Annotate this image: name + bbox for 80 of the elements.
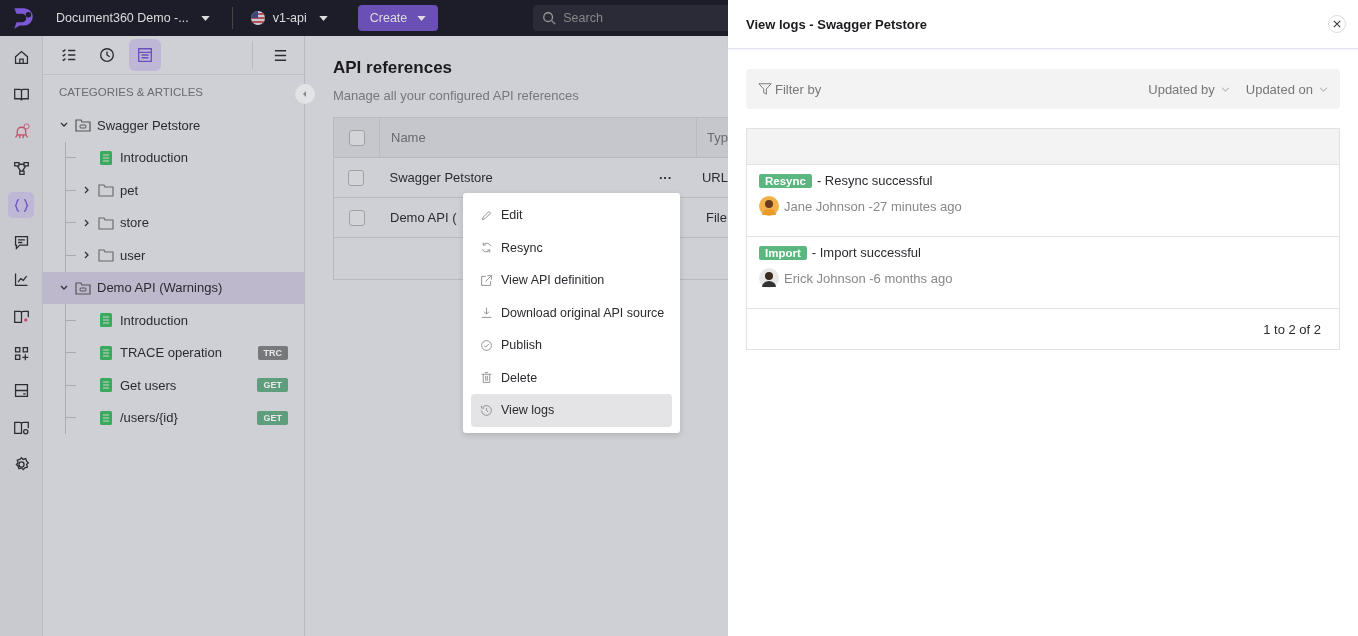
api-list-icon[interactable] xyxy=(129,39,161,71)
folder-icon xyxy=(98,214,114,231)
method-badge: GET xyxy=(257,378,288,393)
more-button[interactable]: ··· xyxy=(659,170,672,185)
tree-item[interactable]: Demo API (Warnings) xyxy=(43,271,304,304)
menu-icon[interactable] xyxy=(273,47,288,63)
page-title: API references xyxy=(333,58,454,78)
folder-icon xyxy=(98,247,114,264)
history-icon xyxy=(480,403,493,417)
log-message: - Import successful xyxy=(811,245,921,260)
log-author: Erick Johnson -6 months ago xyxy=(784,270,953,286)
menu-item[interactable]: Publish xyxy=(471,329,672,362)
log-message: - Resync successful xyxy=(816,173,933,188)
column-header: Name xyxy=(391,130,426,145)
menu-item[interactable]: Delete xyxy=(471,361,672,394)
page-subtitle: Manage all your configured API references xyxy=(333,88,580,103)
column-header: Typ xyxy=(707,130,728,145)
caret-icon xyxy=(301,90,309,98)
table-cell: File xyxy=(706,210,727,225)
table-cell: URL xyxy=(702,170,728,185)
close-icon xyxy=(1333,20,1341,28)
checkbox[interactable] xyxy=(348,169,365,186)
api-folder-icon xyxy=(75,117,91,134)
action-tag: Resync xyxy=(759,173,812,188)
chevron-icon xyxy=(1319,86,1328,92)
action-tag: Import xyxy=(759,245,807,260)
chevron-icon xyxy=(1220,86,1230,92)
external-icon xyxy=(480,273,493,287)
table-cell: Demo API ( xyxy=(390,210,457,225)
api-folder-icon xyxy=(75,279,91,296)
trash-icon xyxy=(480,371,493,385)
version-dropdown[interactable]: v1-api xyxy=(272,11,328,25)
flag-icon xyxy=(250,11,265,25)
tree-item[interactable]: user xyxy=(66,239,304,272)
drawer-title: View logs - Swagger Petstore xyxy=(746,16,929,32)
tree-item[interactable]: /users/{id} GET xyxy=(66,401,304,434)
download-icon xyxy=(480,306,493,320)
tree-item[interactable]: Introduction xyxy=(66,141,304,174)
refresh-icon xyxy=(480,241,493,255)
tree-item[interactable]: pet xyxy=(66,174,304,207)
create-button[interactable]: Create xyxy=(357,5,439,31)
pencil-icon xyxy=(480,208,493,222)
menu-item[interactable]: Edit xyxy=(471,199,672,232)
menu-item[interactable]: View API definition xyxy=(471,264,672,297)
check-circle-icon xyxy=(480,338,493,352)
method-badge: GET xyxy=(257,410,288,425)
tree-item[interactable]: store xyxy=(66,206,304,239)
checkbox[interactable] xyxy=(348,209,365,226)
table-cell: Swagger Petstore xyxy=(389,170,493,185)
caret-icon xyxy=(200,15,210,21)
method-badge: TRC xyxy=(257,345,288,360)
menu-item[interactable]: View logs xyxy=(471,394,672,427)
project-dropdown[interactable]: Document360 Demo -... xyxy=(56,11,210,25)
pagination-text: 1 to 2 of 2 xyxy=(1263,321,1321,337)
folder-icon xyxy=(98,182,114,199)
caret-icon xyxy=(318,15,328,21)
filter-icon xyxy=(758,82,772,96)
menu-item[interactable]: Download original API source xyxy=(471,296,672,329)
search-field[interactable]: Search xyxy=(533,5,728,31)
filter-dropdown[interactable]: Updated on xyxy=(1245,81,1328,97)
avatar-icon xyxy=(759,268,779,288)
menu-item[interactable]: Resync xyxy=(471,231,672,264)
filter-dropdown[interactable]: Updated by xyxy=(1148,81,1230,97)
document-icon xyxy=(98,149,114,166)
tree-item[interactable]: Swagger Petstore xyxy=(43,109,304,142)
avatar-icon xyxy=(759,196,779,216)
filter-button[interactable]: Filter by xyxy=(758,81,822,97)
log-author: Jane Johnson -27 minutes ago xyxy=(784,198,962,214)
checkbox[interactable] xyxy=(348,129,365,146)
tree-item[interactable]: TRACE operation TRC xyxy=(66,336,304,369)
document-icon xyxy=(98,344,114,361)
tree-item[interactable]: Get users GET xyxy=(66,369,304,402)
document-icon xyxy=(98,312,114,329)
document-icon xyxy=(98,377,114,394)
caret-icon xyxy=(417,15,427,21)
search-icon xyxy=(542,11,557,25)
tree-heading: CATEGORIES & ARTICLES xyxy=(59,86,203,98)
document-icon xyxy=(98,409,114,426)
tree-item[interactable]: Introduction xyxy=(66,304,304,337)
braces-icon[interactable] xyxy=(8,192,34,218)
